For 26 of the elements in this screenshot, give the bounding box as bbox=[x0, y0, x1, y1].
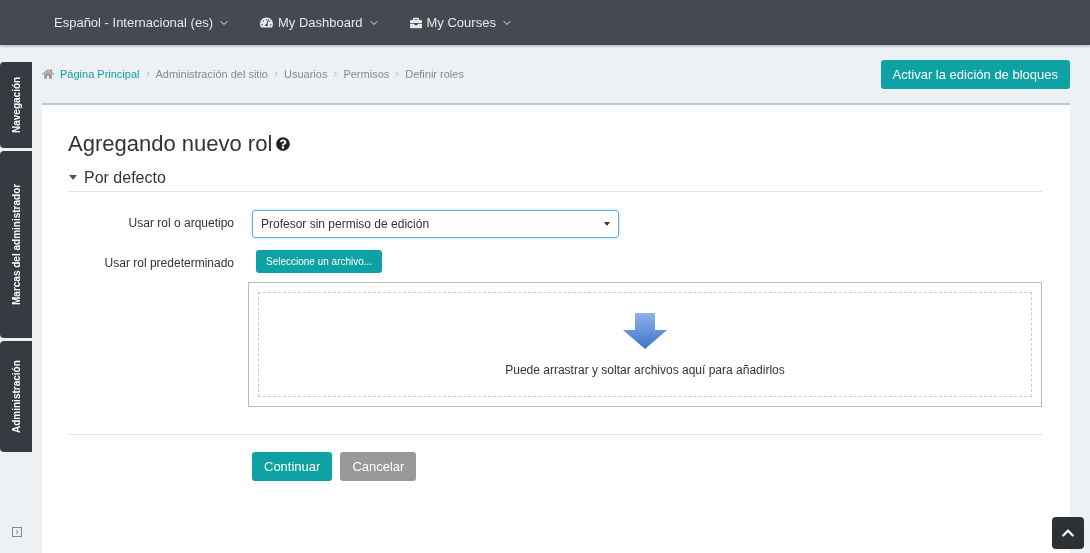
help-icon[interactable] bbox=[276, 137, 291, 151]
drop-hint: Puede arrastrar y soltar archivos aquí para añadirlos bbox=[505, 362, 785, 377]
chevron-right-icon bbox=[145, 71, 150, 77]
side-tab[interactable]: Administración bbox=[0, 341, 32, 452]
chevron-right-icon bbox=[333, 71, 338, 77]
archetype-select[interactable]: Profesor sin permiso de edición bbox=[252, 210, 619, 238]
page-title: Agregando nuevo rol bbox=[68, 131, 273, 157]
navbar-menu[interactable]: Español - Internacional (es) bbox=[54, 15, 230, 30]
section-header[interactable]: Por defecto bbox=[68, 169, 1042, 192]
home-icon bbox=[42, 68, 54, 80]
section-title: Por defecto bbox=[84, 169, 166, 187]
dashboard-icon bbox=[260, 16, 273, 29]
briefcase-icon bbox=[409, 16, 422, 29]
caret-down-icon bbox=[604, 222, 610, 226]
side-tab[interactable]: Marcas del administrador bbox=[0, 151, 32, 338]
dock-icon[interactable] bbox=[12, 527, 22, 537]
scroll-top-button[interactable] bbox=[1052, 517, 1084, 549]
side-tab[interactable]: Navegación bbox=[0, 62, 32, 148]
chevron-right-icon bbox=[274, 71, 278, 77]
chevron-right-icon bbox=[395, 71, 400, 77]
file-drop-area[interactable]: Puede arrastrar y soltar archivos aquí para añadirlos bbox=[248, 282, 1042, 407]
navbar-menu[interactable]: My Courses bbox=[409, 15, 513, 30]
field-label: Usar rol predeterminado bbox=[103, 255, 234, 270]
navbar-menu[interactable]: My Dashboard bbox=[260, 15, 380, 30]
field-label: Usar rol o arquetipo bbox=[127, 215, 234, 230]
down-arrow-icon bbox=[623, 312, 667, 349]
